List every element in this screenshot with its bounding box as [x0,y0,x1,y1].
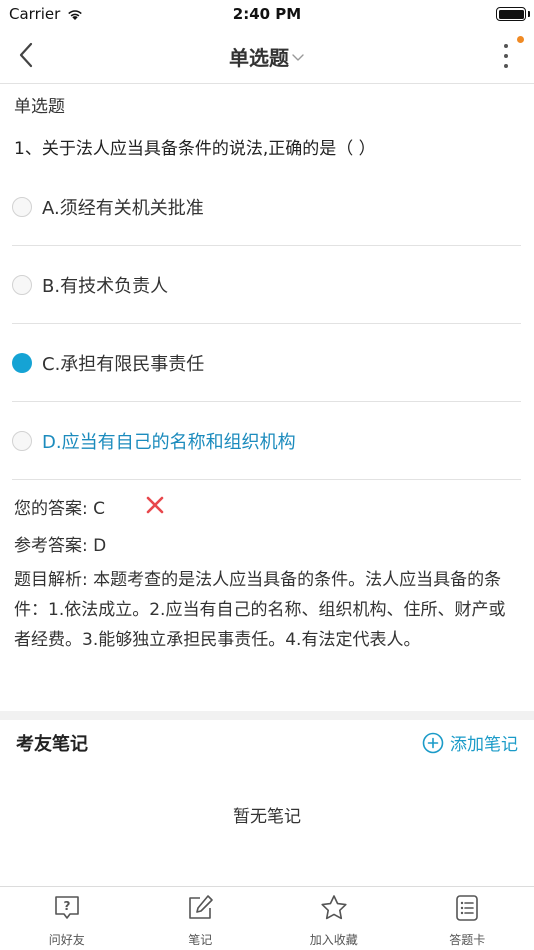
tab-answer-sheet[interactable]: 答题卡 [401,887,534,950]
option-list: A.须经有关机关批准 B.有技术负责人 C.承担有限民事责任 D.应当有自己的名… [0,168,534,480]
option-b[interactable]: B.有技术负责人 [12,246,521,324]
status-time: 2:40 PM [232,5,302,23]
tab-ask-friend[interactable]: ? 问好友 [0,887,134,950]
option-label: A.须经有关机关批准 [42,197,204,219]
battery-tip [528,11,530,17]
svg-text:?: ? [63,899,70,913]
add-circle-icon [422,732,444,753]
notes-section-title: 考友笔记 [16,734,88,755]
more-dot [504,64,508,68]
status-bar: Carrier 2:40 PM [0,0,534,28]
tab-favorite[interactable]: 加入收藏 [267,887,401,950]
answer-sheet-icon [452,893,482,923]
chevron-down-icon [292,53,304,61]
tab-label: 答题卡 [449,933,486,947]
tab-label: 笔记 [188,933,213,947]
tab-label: 问好友 [48,933,85,947]
star-icon [319,893,349,923]
option-c[interactable]: C.承担有限民事责任 [12,324,521,402]
radio-button[interactable] [12,196,32,217]
option-label: B.有技术负责人 [42,275,169,297]
radio-button[interactable] [12,430,32,451]
reference-answer: 参考答案: D [14,536,107,556]
more-menu-button[interactable] [494,40,518,72]
answer-analysis: 题目解析: 本题考查的是法人应当具备的条件。法人应当具备的条件：1.依法成立。2… [14,570,506,650]
your-answer: 您的答案: C [14,499,106,519]
nav-bar: 单选题 [0,28,534,84]
option-label-correct: D.应当有自己的名称和组织机构 [42,431,296,453]
wrong-mark-icon [146,496,164,514]
add-note-label: 添加笔记 [450,735,518,755]
radio-button[interactable] [12,274,32,295]
add-note-button[interactable]: 添加笔记 [422,730,518,755]
option-d[interactable]: D.应当有自己的名称和组织机构 [12,402,521,480]
radio-button-selected[interactable] [12,352,32,373]
page-title: 单选题 [229,46,289,70]
more-dot [504,44,508,48]
battery-icon [496,7,526,21]
edit-note-icon [185,893,215,923]
notification-badge [517,36,524,43]
question-type-label: 单选题 [14,97,65,117]
bottom-tab-bar: ? 问好友 笔记 加入收藏 答题卡 [0,886,534,950]
tab-notes[interactable]: 笔记 [134,887,268,950]
empty-notes-message: 暂无笔记 [233,807,301,827]
question-type-dropdown[interactable]: 单选题 [0,42,534,71]
section-divider [0,711,534,720]
option-a[interactable]: A.须经有关机关批准 [12,168,521,246]
question-stem: 1、关于法人应当具备条件的说法,正确的是（ ） [14,139,376,159]
tab-label: 加入收藏 [309,933,358,947]
option-label: C.承担有限民事责任 [42,353,205,375]
question-bubble-icon: ? [52,893,82,923]
more-dot [504,54,508,58]
